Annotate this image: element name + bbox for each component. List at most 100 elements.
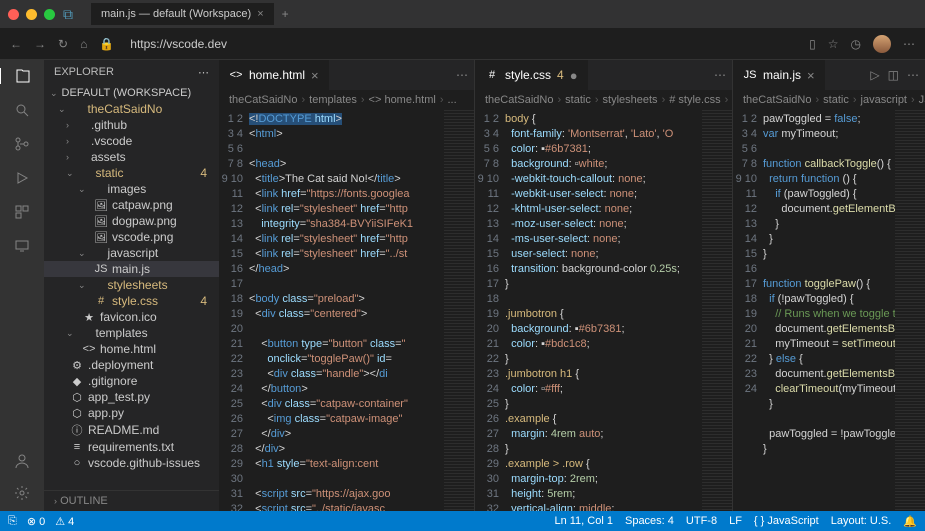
encoding[interactable]: UTF-8 (686, 515, 717, 528)
file-tree-item[interactable]: ⌄stylesheets (44, 277, 219, 293)
run-debug-icon[interactable] (10, 170, 34, 186)
chevron-icon: ⌄ (78, 184, 86, 195)
line-col[interactable]: Ln 11, Col 1 (554, 515, 613, 528)
split-icon[interactable]: ◫ (888, 68, 899, 82)
breadcrumb-item[interactable]: theCatSaidNo (743, 94, 812, 106)
code-editor[interactable]: 1 2 3 4 5 6 7 8 9 10 11 12 13 14 15 16 1… (219, 110, 474, 511)
more-icon[interactable]: ⋯ (907, 68, 919, 82)
breadcrumb-item[interactable]: JS main.js (919, 94, 925, 106)
remote-indicator[interactable]: ⎘ (8, 515, 17, 528)
refresh-button[interactable]: ↻ (58, 37, 68, 51)
warnings-indicator[interactable]: ⚠ 4 (55, 515, 74, 528)
file-tree-item[interactable]: ◆.gitignore (44, 373, 219, 389)
minimap[interactable] (702, 110, 732, 511)
search-icon[interactable] (10, 102, 34, 118)
file-tree-item[interactable]: ⓘREADME.md (44, 421, 219, 439)
more-icon[interactable]: ⋯ (456, 68, 468, 82)
keyboard-layout[interactable]: Layout: U.S. (831, 515, 892, 528)
maximize-window-icon[interactable] (44, 9, 55, 20)
code-lines[interactable]: <!DOCTYPE html> <html> <head> <title>The… (249, 110, 444, 511)
eol[interactable]: LF (729, 515, 742, 528)
browser-tab[interactable]: main.js — default (Workspace) × (91, 3, 274, 25)
avatar[interactable] (873, 35, 891, 53)
back-button[interactable]: ← (10, 37, 22, 51)
file-tree-item[interactable]: 🖼dogpaw.png (44, 213, 219, 229)
editor-pane: # style.css 4 ● ⋯ theCatSaidNo › static … (475, 60, 733, 511)
editor-tab[interactable]: # style.css 4 ● (475, 60, 588, 90)
file-tree-item[interactable]: ⚙.deployment (44, 357, 219, 373)
close-tab-icon[interactable]: × (807, 68, 815, 83)
run-icon[interactable]: ▷ (870, 68, 879, 82)
url-bar[interactable]: https://vscode.dev (130, 37, 227, 51)
file-tree-item[interactable]: 🖼vscode.png (44, 229, 219, 245)
minimap[interactable] (895, 110, 925, 511)
file-tree-item[interactable]: ⬡app_test.py (44, 389, 219, 405)
explorer-icon[interactable] (0, 68, 43, 84)
sync-icon[interactable]: ◷ (851, 37, 861, 51)
file-tree-item[interactable]: ›.vscode (44, 133, 219, 149)
file-tree-item[interactable]: ⌄static4 (44, 165, 219, 181)
file-tree-item[interactable]: ⌄javascript (44, 245, 219, 261)
bookmark-icon[interactable]: ☆ (828, 37, 839, 51)
breadcrumb-item[interactable]: # style.css (669, 94, 720, 106)
code-editor[interactable]: 1 2 3 4 5 6 7 8 9 10 11 12 13 14 15 16 1… (475, 110, 732, 511)
new-tab-button[interactable]: + (274, 3, 297, 25)
file-icon: ★ (82, 311, 96, 324)
language-mode[interactable]: { } JavaScript (754, 515, 819, 528)
file-tree-item[interactable]: ⌄templates (44, 325, 219, 341)
indent[interactable]: Spaces: 4 (625, 515, 674, 528)
breadcrumb-item[interactable]: stylesheets (603, 94, 658, 106)
notifications-icon[interactable]: 🔔 (903, 515, 917, 528)
reader-icon[interactable]: ▯ (809, 37, 816, 51)
file-tree-item[interactable]: ○vscode.github-issues (44, 455, 219, 471)
minimize-window-icon[interactable] (26, 9, 37, 20)
lock-icon[interactable]: 🔒 (99, 37, 114, 51)
file-tree-item[interactable]: ⌄theCatSaidNo (44, 101, 219, 117)
breadcrumb-item[interactable]: <> home.html (369, 94, 436, 106)
minimap[interactable] (444, 110, 474, 511)
file-tree-item[interactable]: <>home.html (44, 341, 219, 357)
breadcrumb-item[interactable]: templates (309, 94, 357, 106)
sidebar-more-icon[interactable]: ⋯ (198, 66, 209, 79)
code-lines[interactable]: pawToggled = false; var myTimeout; funct… (763, 110, 895, 511)
chevron-icon: ⌄ (58, 104, 66, 115)
breadcrumb-item[interactable]: static (823, 94, 849, 106)
file-tree-item[interactable]: 🖼catpaw.png (44, 197, 219, 213)
close-tab-icon[interactable]: × (311, 68, 319, 83)
remote-explorer-icon[interactable] (10, 238, 34, 254)
chevron-down-icon[interactable]: ⌄ (50, 88, 58, 99)
file-tree-item[interactable]: JSmain.js (44, 261, 219, 277)
more-icon[interactable]: ⋯ (903, 37, 915, 51)
source-control-icon[interactable] (10, 136, 34, 152)
editor-tab[interactable]: <> home.html × (219, 60, 329, 90)
breadcrumb-item[interactable]: javascript (861, 94, 907, 106)
breadcrumb-item[interactable]: ... (447, 94, 456, 106)
file-icon: 🖼 (94, 231, 108, 244)
editor-tab[interactable]: JS main.js × (733, 60, 825, 90)
code-lines[interactable]: body { font-family: 'Montserrat', 'Lato'… (505, 110, 702, 511)
file-tree-item[interactable]: ★favicon.ico (44, 309, 219, 325)
file-tree-item[interactable]: ›assets (44, 149, 219, 165)
settings-gear-icon[interactable] (10, 485, 34, 501)
breadcrumb-item[interactable]: theCatSaidNo (485, 94, 554, 106)
chevron-icon: › (66, 136, 69, 146)
close-tab-icon[interactable]: × (257, 8, 263, 20)
close-window-icon[interactable] (8, 9, 19, 20)
account-icon[interactable] (10, 453, 34, 469)
chevron-right-icon[interactable]: › (54, 496, 57, 506)
breadcrumb-item[interactable]: theCatSaidNo (229, 94, 298, 106)
file-tree-item[interactable]: ⌄images (44, 181, 219, 197)
errors-indicator[interactable]: ⊗ 0 (27, 515, 45, 528)
forward-button[interactable]: → (34, 37, 46, 51)
home-button[interactable]: ⌂ (80, 37, 87, 51)
breadcrumb-item[interactable]: static (565, 94, 591, 106)
file-tree-item[interactable]: ›.github (44, 117, 219, 133)
file-tree-item[interactable]: ⬡app.py (44, 405, 219, 421)
file-tree-item[interactable]: ≡requirements.txt (44, 439, 219, 455)
line-gutter: 1 2 3 4 5 6 7 8 9 10 11 12 13 14 15 16 1… (475, 110, 505, 511)
code-editor[interactable]: 1 2 3 4 5 6 7 8 9 10 11 12 13 14 15 16 1… (733, 110, 925, 511)
close-tab-icon[interactable]: ● (570, 68, 578, 83)
file-tree-item[interactable]: #style.css4 (44, 293, 219, 309)
extensions-icon[interactable] (10, 204, 34, 220)
more-icon[interactable]: ⋯ (714, 68, 726, 82)
